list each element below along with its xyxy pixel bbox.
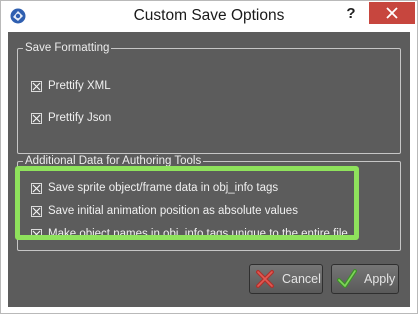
cancel-label: Cancel	[282, 272, 321, 286]
animation-position-option[interactable]: Save initial animation position as absol…	[31, 203, 298, 219]
unique-names-checkbox[interactable]	[31, 228, 42, 240]
prettify-json-option[interactable]: Prettify Json	[31, 110, 111, 126]
close-icon	[386, 7, 398, 19]
animation-position-checkbox[interactable]	[31, 205, 42, 217]
sprite-data-checkbox[interactable]	[31, 182, 42, 194]
prettify-json-checkbox[interactable]	[31, 112, 42, 124]
prettify-json-label: Prettify Json	[48, 112, 112, 124]
sprite-data-option[interactable]: Save sprite object/frame data in obj_inf…	[31, 180, 278, 196]
unique-names-option[interactable]: Make object names in obj_info tags uniqu…	[31, 226, 348, 242]
cancel-button[interactable]: Cancel	[249, 264, 323, 294]
dialog-body: Save Formatting Prettify XML Prettify Js…	[8, 32, 410, 307]
cancel-icon	[256, 270, 274, 288]
close-button[interactable]	[369, 2, 415, 24]
unique-names-label: Make object names in obj_info tags uniqu…	[48, 228, 348, 240]
apply-label: Apply	[364, 272, 396, 286]
title-bar[interactable]: Custom Save Options ?	[1, 1, 417, 32]
prettify-xml-option[interactable]: Prettify XML	[31, 78, 111, 94]
checkmark-icon	[337, 269, 357, 288]
apply-button[interactable]: Apply	[331, 264, 399, 294]
animation-position-label: Save initial animation position as absol…	[48, 205, 298, 217]
dialog-window: Custom Save Options ? Save Formatting Pr…	[0, 0, 418, 314]
authoring-data-title: Additional Data for Authoring Tools	[23, 154, 204, 168]
sprite-data-label: Save sprite object/frame data in obj_inf…	[48, 182, 279, 194]
save-formatting-group: Save Formatting	[17, 41, 401, 154]
help-button[interactable]: ?	[341, 4, 361, 24]
prettify-xml-checkbox[interactable]	[31, 80, 42, 92]
save-formatting-title: Save Formatting	[23, 41, 112, 55]
prettify-xml-label: Prettify XML	[48, 80, 111, 92]
